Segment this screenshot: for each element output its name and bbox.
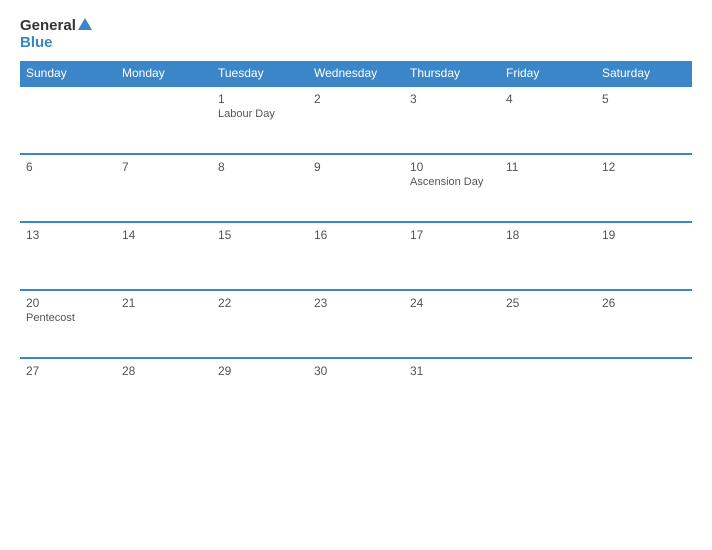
day-number: 23	[314, 296, 398, 310]
day-number: 1	[218, 92, 302, 106]
weekday-header-friday: Friday	[500, 61, 596, 86]
day-number: 19	[602, 228, 686, 242]
day-number: 25	[506, 296, 590, 310]
calendar-body: 1Labour Day2345678910Ascension Day111213…	[20, 86, 692, 426]
day-number: 9	[314, 160, 398, 174]
calendar-cell: 31	[404, 358, 500, 426]
calendar-cell: 18	[500, 222, 596, 290]
week-row-3: 13 14 15 16 17 18 19	[20, 222, 692, 290]
day-number: 13	[26, 228, 110, 242]
calendar-cell: 8	[212, 154, 308, 222]
calendar-cell: 2	[308, 86, 404, 154]
day-number: 14	[122, 228, 206, 242]
calendar-cell: 26	[596, 290, 692, 358]
calendar-cell: 24	[404, 290, 500, 358]
weekday-header-thursday: Thursday	[404, 61, 500, 86]
header: General Blue	[20, 18, 692, 51]
calendar-cell	[596, 358, 692, 426]
day-number: 12	[602, 160, 686, 174]
weekday-header-tuesday: Tuesday	[212, 61, 308, 86]
logo-general-text: General	[20, 18, 92, 35]
week-row-5: 27 28 29 30 31	[20, 358, 692, 426]
day-number: 29	[218, 364, 302, 378]
calendar-header: SundayMondayTuesdayWednesdayThursdayFrid…	[20, 61, 692, 86]
calendar-cell: 7	[116, 154, 212, 222]
calendar-page: General Blue SundayMondayTuesdayWednesda…	[0, 0, 712, 550]
day-number: 15	[218, 228, 302, 242]
calendar-cell: 10 Ascension Day	[404, 154, 500, 222]
calendar-cell: 1 Labour Day	[212, 86, 308, 154]
day-number: 16	[314, 228, 398, 242]
day-number: 26	[602, 296, 686, 310]
calendar-cell: 29	[212, 358, 308, 426]
day-number: 27	[26, 364, 110, 378]
day-number: 21	[122, 296, 206, 310]
holiday-label: Pentecost	[26, 312, 110, 324]
day-number: 6	[26, 160, 110, 174]
week-row-4: 20 Pentecost 21 22 23 24 25 26	[20, 290, 692, 358]
day-number: 18	[506, 228, 590, 242]
calendar-cell: 16	[308, 222, 404, 290]
day-number: 24	[410, 296, 494, 310]
weekday-row: SundayMondayTuesdayWednesdayThursdayFrid…	[20, 61, 692, 86]
calendar-cell: 20 Pentecost	[20, 290, 116, 358]
calendar-cell: 3	[404, 86, 500, 154]
day-number: 17	[410, 228, 494, 242]
calendar-cell: 22	[212, 290, 308, 358]
weekday-header-wednesday: Wednesday	[308, 61, 404, 86]
day-number: 5	[602, 92, 686, 106]
week-row-2: 6789 10 Ascension Day 11 12	[20, 154, 692, 222]
weekday-header-sunday: Sunday	[20, 61, 116, 86]
day-number: 28	[122, 364, 206, 378]
holiday-label: Labour Day	[218, 108, 302, 120]
calendar-cell: 23	[308, 290, 404, 358]
calendar-cell	[116, 86, 212, 154]
day-number: 10	[410, 160, 494, 174]
weekday-header-saturday: Saturday	[596, 61, 692, 86]
weekday-header-monday: Monday	[116, 61, 212, 86]
day-number: 2	[314, 92, 398, 106]
week-row-1: 1 Labour Day 2345	[20, 86, 692, 154]
day-number: 8	[218, 160, 302, 174]
calendar-cell: 4	[500, 86, 596, 154]
calendar-cell: 11	[500, 154, 596, 222]
calendar-cell: 27	[20, 358, 116, 426]
calendar-cell: 19	[596, 222, 692, 290]
calendar-cell: 6	[20, 154, 116, 222]
day-number: 22	[218, 296, 302, 310]
day-number: 20	[26, 296, 110, 310]
calendar-cell: 12	[596, 154, 692, 222]
day-number: 30	[314, 364, 398, 378]
day-number: 4	[506, 92, 590, 106]
calendar-table: SundayMondayTuesdayWednesdayThursdayFrid…	[20, 61, 692, 426]
logo-triangle-icon	[78, 18, 92, 30]
calendar-cell: 30	[308, 358, 404, 426]
calendar-cell: 15	[212, 222, 308, 290]
calendar-cell: 5	[596, 86, 692, 154]
calendar-cell: 25	[500, 290, 596, 358]
calendar-cell: 17	[404, 222, 500, 290]
calendar-cell	[20, 86, 116, 154]
day-number: 7	[122, 160, 206, 174]
day-number: 3	[410, 92, 494, 106]
logo: General Blue	[20, 18, 92, 51]
logo-blue-text: Blue	[20, 35, 92, 52]
calendar-cell	[500, 358, 596, 426]
calendar-cell: 14	[116, 222, 212, 290]
day-number: 11	[506, 160, 590, 174]
calendar-cell: 28	[116, 358, 212, 426]
day-number: 31	[410, 364, 494, 378]
calendar-cell: 13	[20, 222, 116, 290]
calendar-cell: 21	[116, 290, 212, 358]
holiday-label: Ascension Day	[410, 176, 494, 188]
calendar-cell: 9	[308, 154, 404, 222]
